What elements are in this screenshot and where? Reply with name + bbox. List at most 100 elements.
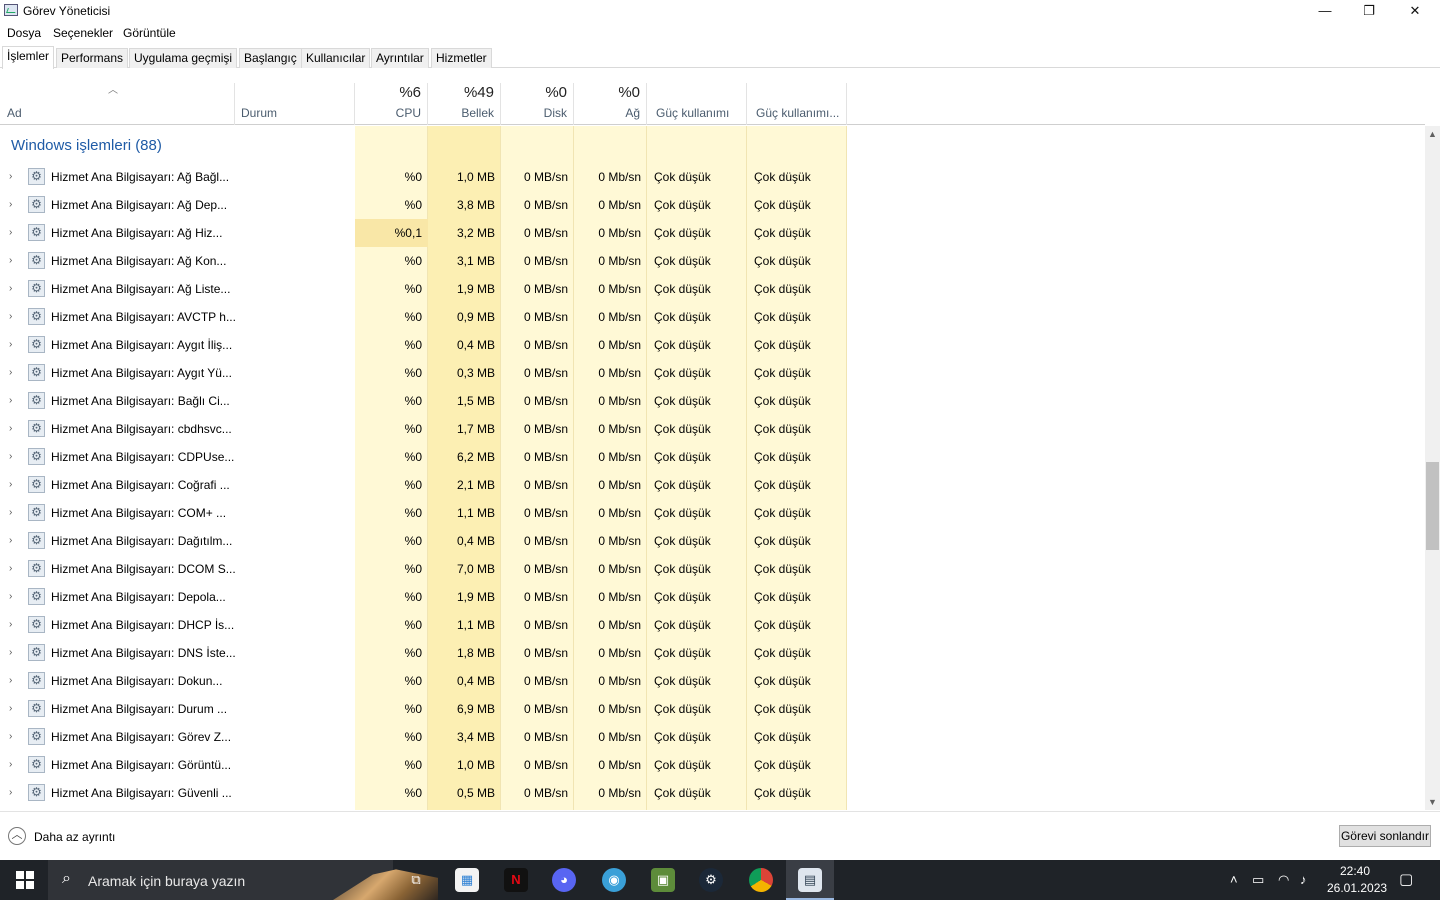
tab-details[interactable]: Ayrıntılar [371, 48, 429, 68]
table-row[interactable]: › ⚙ Hizmet Ana Bilgisayarı: DCOM S... %0 7,0… [0, 555, 847, 583]
microsoft-store-icon[interactable]: ▦ [455, 868, 479, 892]
table-row[interactable]: › ⚙ Hizmet Ana Bilgisayarı: Güvenli ... %0 0… [0, 779, 847, 807]
expand-chevron-icon[interactable]: › [9, 787, 12, 798]
expand-chevron-icon[interactable]: › [9, 675, 12, 686]
battery-icon[interactable]: ▭ [1252, 872, 1264, 888]
table-row[interactable]: › ⚙ Hizmet Ana Bilgisayarı: DNS İste... %0 1… [0, 639, 847, 667]
netflix-icon[interactable]: N [504, 868, 528, 892]
notification-icon[interactable]: ▢ [1399, 870, 1413, 888]
expand-chevron-icon[interactable]: › [9, 367, 12, 378]
tab-performance[interactable]: Performans [56, 48, 129, 68]
browser-icon[interactable]: ◉ [602, 868, 626, 892]
table-row[interactable]: › ⚙ Hizmet Ana Bilgisayarı: Ağ Dep... %0 3,8… [0, 191, 847, 219]
table-row[interactable]: › ⚙ Hizmet Ana Bilgisayarı: Depola... %0 1,9… [0, 583, 847, 611]
table-row[interactable]: › ⚙ Hizmet Ana Bilgisayarı: cbdhsvc... %0 1,… [0, 415, 847, 443]
column-memory[interactable]: %49 Bellek [428, 83, 501, 125]
expand-chevron-icon[interactable]: › [9, 339, 12, 350]
task-view-icon[interactable]: ⧉ [404, 868, 428, 892]
table-row[interactable]: › ⚙ Hizmet Ana Bilgisayarı: AVCTP h... %0 0,… [0, 303, 847, 331]
process-list: Windows işlemleri (88) › ⚙ Hizmet Ana Bilg… [0, 126, 1425, 810]
steam-icon[interactable]: ⚙ [699, 868, 723, 892]
table-row[interactable]: › ⚙ Hizmet Ana Bilgisayarı: Görüntü... %0 1,… [0, 751, 847, 779]
vertical-scrollbar[interactable]: ▲ ▼ [1425, 126, 1440, 810]
table-row[interactable]: › ⚙ Hizmet Ana Bilgisayarı: Ağ Bağl... %0 1,… [0, 163, 847, 191]
table-row[interactable]: › ⚙ Hizmet Ana Bilgisayarı: Aygıt Yü... %0 0… [0, 359, 847, 387]
wifi-icon[interactable]: ◠ [1278, 872, 1289, 888]
power-trend-cell: Çok düşük [754, 562, 811, 576]
expand-chevron-icon[interactable]: › [9, 283, 12, 294]
network-cell: 0 Mb/sn [598, 198, 641, 212]
expand-chevron-icon[interactable]: › [9, 703, 12, 714]
volume-icon[interactable]: ♪ [1300, 872, 1307, 887]
minecraft-icon[interactable]: ▣ [651, 868, 675, 892]
table-row[interactable]: › ⚙ Hizmet Ana Bilgisayarı: Coğrafi ... %0 2… [0, 471, 847, 499]
table-row[interactable]: › ⚙ Hizmet Ana Bilgisayarı: Dokun... %0 0,4 … [0, 667, 847, 695]
disk-cell: 0 MB/sn [523, 730, 568, 744]
disk-cell: 0 MB/sn [523, 646, 568, 660]
tab-processes[interactable]: İşlemler [2, 46, 55, 69]
table-row[interactable]: › ⚙ Hizmet Ana Bilgisayarı: Ağ Liste... %0 1… [0, 275, 847, 303]
expand-chevron-icon[interactable]: › [9, 311, 12, 322]
power-trend-cell: Çok düşük [754, 702, 811, 716]
column-status[interactable]: Durum [235, 83, 355, 125]
table-row[interactable]: › ⚙ Hizmet Ana Bilgisayarı: DHCP İs... %0 1,… [0, 611, 847, 639]
table-row[interactable]: › ⚙ Hizmet Ana Bilgisayarı: Bağlı Ci... %0 1… [0, 387, 847, 415]
process-name: Hizmet Ana Bilgisayarı: DNS İste... [51, 646, 236, 660]
table-row[interactable]: › ⚙ Hizmet Ana Bilgisayarı: Görev Z... %0 3,… [0, 723, 847, 751]
table-row[interactable]: › ⚙ Hizmet Ana Bilgisayarı: Ağ Kon... %0 3,1… [0, 247, 847, 275]
expand-chevron-icon[interactable]: › [9, 563, 12, 574]
table-row[interactable]: › ⚙ Hizmet Ana Bilgisayarı: Aygıt İliş...%… [0, 331, 847, 359]
clock-time[interactable]: 22:40 [1340, 864, 1370, 878]
scroll-up-icon[interactable]: ▲ [1425, 126, 1440, 142]
column-power[interactable]: Güç kullanımı [647, 83, 747, 125]
scroll-thumb[interactable] [1426, 462, 1439, 550]
tab-startup[interactable]: Başlangıç [239, 48, 302, 68]
column-name[interactable]: ︿ Ad [0, 83, 235, 125]
expand-chevron-icon[interactable]: › [9, 227, 12, 238]
expand-chevron-icon[interactable]: › [9, 199, 12, 210]
discord-icon[interactable]: ◕ [552, 868, 576, 892]
expand-chevron-icon[interactable]: › [9, 731, 12, 742]
clock-date[interactable]: 26.01.2023 [1327, 881, 1387, 895]
expand-chevron-icon[interactable]: › [9, 759, 12, 770]
table-row[interactable]: › ⚙ Hizmet Ana Bilgisayarı: Dağıtılm... %0 0… [0, 527, 847, 555]
restore-button[interactable]: ❐ [1346, 0, 1392, 22]
minimize-button[interactable]: — [1302, 0, 1348, 22]
table-row[interactable]: › ⚙ Hizmet Ana Bilgisayarı: Durum ... %0 6,9… [0, 695, 847, 723]
expand-chevron-icon[interactable]: › [9, 451, 12, 462]
expand-chevron-icon[interactable]: › [9, 647, 12, 658]
expand-chevron-icon[interactable]: › [9, 619, 12, 630]
column-power-trend[interactable]: Güç kullanımı... [747, 83, 847, 125]
tab-app-history[interactable]: Uygulama geçmişi [129, 48, 238, 68]
taskbar-search[interactable]: ⌕ Aramak için buraya yazın [48, 860, 438, 900]
menu-view[interactable]: Görüntüle [123, 26, 176, 40]
expand-chevron-icon[interactable]: › [9, 395, 12, 406]
table-row[interactable]: › ⚙ Hizmet Ana Bilgisayarı: CDPUse... %0 6,2… [0, 443, 847, 471]
expand-chevron-icon[interactable]: › [9, 171, 12, 182]
chevron-up-icon[interactable]: ︿ [8, 827, 26, 845]
table-row[interactable]: › ⚙ Hizmet Ana Bilgisayarı: COM+ ... %0 1,1 … [0, 499, 847, 527]
expand-chevron-icon[interactable]: › [9, 479, 12, 490]
menu-file[interactable]: Dosya [7, 26, 41, 40]
column-cpu[interactable]: %6 CPU [355, 83, 428, 125]
table-row[interactable]: › ⚙ Hizmet Ana Bilgisayarı: Ağ Hiz... %0,1 3… [0, 219, 847, 247]
fewer-details-link[interactable]: Daha az ayrıntı [34, 830, 115, 844]
windows-start-icon[interactable] [16, 871, 34, 889]
expand-chevron-icon[interactable]: › [9, 423, 12, 434]
chevron-up-icon[interactable]: ˄ [1230, 872, 1238, 887]
service-host-icon: ⚙ [28, 700, 45, 717]
end-task-button[interactable]: Görevi sonlandır [1339, 825, 1431, 847]
memory-cell: 6,9 MB [456, 702, 495, 716]
expand-chevron-icon[interactable]: › [9, 507, 12, 518]
expand-chevron-icon[interactable]: › [9, 591, 12, 602]
close-button[interactable]: ✕ [1392, 0, 1438, 22]
menu-options[interactable]: Seçenekler [53, 26, 113, 40]
tab-users[interactable]: Kullanıcılar [301, 48, 371, 68]
chrome-icon[interactable] [749, 868, 773, 892]
expand-chevron-icon[interactable]: › [9, 535, 12, 546]
column-network[interactable]: %0 Ağ [574, 83, 647, 125]
column-disk[interactable]: %0 Disk [501, 83, 574, 125]
expand-chevron-icon[interactable]: › [9, 255, 12, 266]
tab-services[interactable]: Hizmetler [431, 48, 492, 68]
scroll-down-icon[interactable]: ▼ [1425, 794, 1440, 810]
